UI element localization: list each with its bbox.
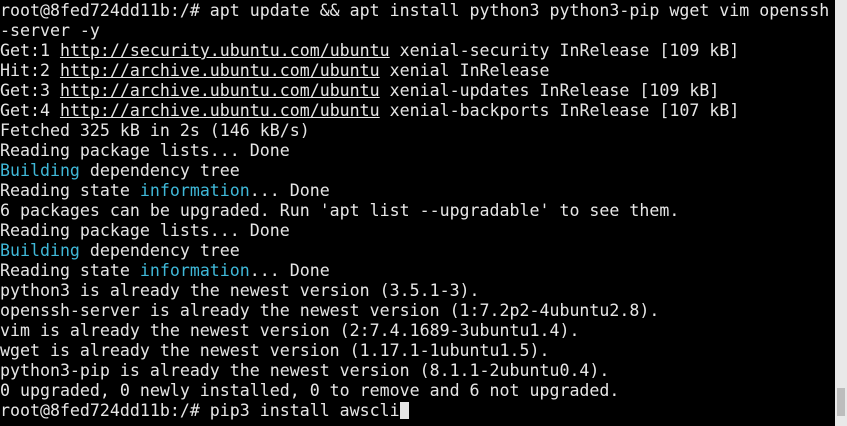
terminal-line: 0 upgraded, 0 newly installed, 0 to remo… [0, 381, 829, 401]
terminal-text: ... Done [249, 261, 330, 280]
terminal-text: root@8fed724dd11b:/# apt update && apt i… [0, 1, 830, 20]
terminal-text: Reading state [0, 261, 140, 280]
highlighted-word: information [139, 261, 250, 280]
repository-link[interactable]: http://archive.ubuntu.com/ubuntu [60, 81, 380, 100]
terminal-text: 0 upgraded, 0 newly installed, 0 to remo… [0, 381, 620, 400]
terminal-output: root@8fed724dd11b:/# apt update && apt i… [0, 1, 829, 421]
terminal-text: Hit:2 [0, 61, 60, 80]
terminal-text: xenial-security InRelease [109 kB] [389, 41, 740, 60]
terminal-line: python3 is already the newest version (3… [0, 281, 829, 301]
terminal-text: dependency tree [79, 161, 240, 180]
highlighted-word: Building [0, 241, 80, 260]
terminal-text: Get:1 [0, 41, 60, 60]
terminal-text: dependency tree [79, 241, 240, 260]
terminal-text: python3-pip is already the newest versio… [0, 361, 610, 380]
terminal-text: ... Done [249, 181, 330, 200]
terminal-text: -server -y [0, 21, 100, 40]
terminal-line: Get:4 http://archive.ubuntu.com/ubuntu x… [0, 101, 829, 121]
terminal-line: python3-pip is already the newest versio… [0, 361, 829, 381]
repository-link[interactable]: http://archive.ubuntu.com/ubuntu [60, 61, 380, 80]
terminal-line: Building dependency tree [0, 161, 829, 181]
terminal-window[interactable]: root@8fed724dd11b:/# apt update && apt i… [0, 0, 835, 426]
terminal-line: Reading package lists... Done [0, 221, 829, 241]
terminal-line: openssh-server is already the newest ver… [0, 301, 829, 321]
terminal-line: Reading state information... Done [0, 261, 829, 281]
highlighted-word: Building [0, 161, 80, 180]
terminal-text: xenial-updates InRelease [109 kB] [379, 81, 720, 100]
terminal-line: Fetched 325 kB in 2s (146 kB/s) [0, 121, 829, 141]
terminal-text: 6 packages can be upgraded. Run 'apt lis… [0, 201, 680, 220]
terminal-line: -server -y [0, 21, 829, 41]
terminal-text: root@8fed724dd11b:/# pip3 install awscli [0, 401, 400, 420]
highlighted-word: information [139, 181, 250, 200]
terminal-text: Reading package lists... Done [0, 221, 290, 240]
terminal-text: Reading package lists... Done [0, 141, 290, 160]
terminal-text: xenial InRelease [379, 61, 550, 80]
terminal-text: Reading state [0, 181, 140, 200]
terminal-text: openssh-server is already the newest ver… [0, 301, 660, 320]
terminal-line: Hit:2 http://archive.ubuntu.com/ubuntu x… [0, 61, 829, 81]
terminal-line: wget is already the newest version (1.17… [0, 341, 829, 361]
text-cursor [399, 402, 409, 419]
terminal-line: root@8fed724dd11b:/# pip3 install awscli [0, 401, 829, 421]
terminal-line: vim is already the newest version (2:7.4… [0, 321, 829, 341]
terminal-text: Fetched 325 kB in 2s (146 kB/s) [0, 121, 310, 140]
terminal-line: 6 packages can be upgraded. Run 'apt lis… [0, 201, 829, 221]
terminal-line: root@8fed724dd11b:/# apt update && apt i… [0, 1, 829, 21]
repository-link[interactable]: http://archive.ubuntu.com/ubuntu [60, 101, 380, 120]
terminal-line: Get:1 http://security.ubuntu.com/ubuntu … [0, 41, 829, 61]
terminal-line: Reading state information... Done [0, 181, 829, 201]
terminal-line: Get:3 http://archive.ubuntu.com/ubuntu x… [0, 81, 829, 101]
terminal-text: Get:3 [0, 81, 60, 100]
terminal-text: wget is already the newest version (1.17… [0, 341, 550, 360]
terminal-line: Reading package lists... Done [0, 141, 829, 161]
terminal-text: xenial-backports InRelease [107 kB] [379, 101, 740, 120]
terminal-line: Building dependency tree [0, 241, 829, 261]
vertical-scrollbar[interactable] [835, 0, 847, 426]
terminal-text: vim is already the newest version (2:7.4… [0, 321, 580, 340]
scrollbar-thumb[interactable] [837, 388, 845, 416]
terminal-text: python3 is already the newest version (3… [0, 281, 480, 300]
repository-link[interactable]: http://security.ubuntu.com/ubuntu [60, 41, 390, 60]
terminal-text: Get:4 [0, 101, 60, 120]
